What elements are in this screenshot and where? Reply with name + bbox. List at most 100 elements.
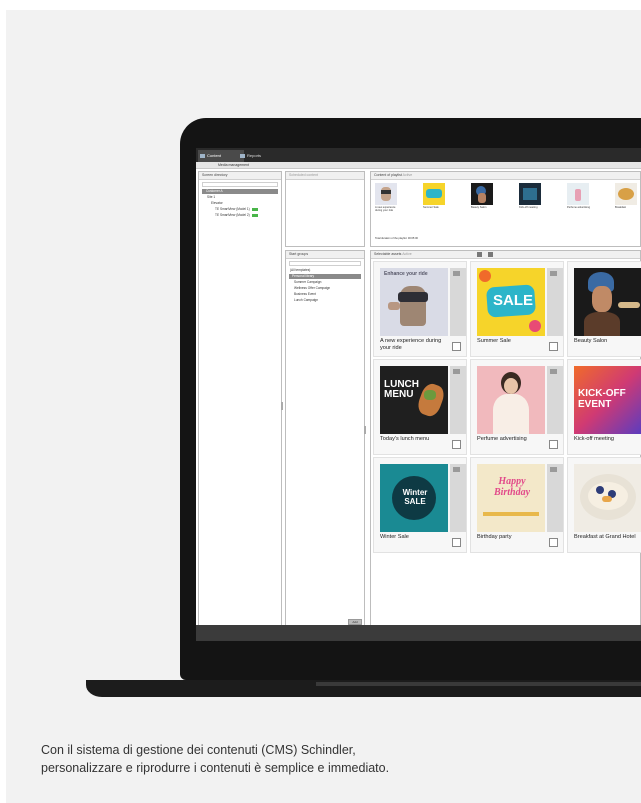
asset-checkbox[interactable] bbox=[549, 538, 558, 547]
asset-checkbox[interactable] bbox=[452, 440, 461, 449]
online-status-badge bbox=[251, 207, 258, 211]
asset-card[interactable]: Enhance your ride A new experience durin… bbox=[373, 261, 467, 357]
laptop-lip bbox=[316, 682, 641, 686]
asset-card[interactable]: Beauty Salon bbox=[567, 261, 641, 357]
image-icon bbox=[453, 369, 460, 374]
sub-tab-bar: Media management bbox=[196, 162, 641, 169]
tree-item-screen-1[interactable]: TE SmartView (Model 1) bbox=[215, 207, 258, 212]
asset-thumbnail: Happy Birthday bbox=[477, 464, 545, 532]
subtab-media-management[interactable]: Media management bbox=[218, 162, 249, 168]
asset-sidebar bbox=[547, 366, 563, 434]
asset-card[interactable]: Winter SALE Winter Sale bbox=[373, 457, 467, 553]
group-item-all[interactable]: (All templates) bbox=[290, 268, 310, 273]
tree-item-customer[interactable]: Customer A bbox=[202, 189, 278, 194]
playlist-thumb-label: Summer Sale bbox=[423, 206, 439, 209]
tree-item-screen-2[interactable]: TE SmartView (Model 2) bbox=[215, 213, 258, 218]
asset-art-text: SALE bbox=[493, 292, 534, 309]
playlist-total-duration: Total duration of the playlist: 00:05:00 bbox=[375, 237, 418, 240]
tab-label: Reports bbox=[247, 153, 262, 158]
group-item-wellness[interactable]: Wellness Offer Campaign bbox=[294, 286, 330, 291]
panel-title: Selectable assets Active bbox=[371, 251, 640, 259]
laptop-screen: Content Reports Media management Screen … bbox=[196, 148, 641, 641]
group-item-personal[interactable]: Personal library bbox=[289, 274, 361, 279]
splitter-handle[interactable] bbox=[364, 426, 366, 434]
asset-label: Breakfast at Grand Hotel bbox=[574, 534, 636, 540]
asset-checkbox[interactable] bbox=[452, 342, 461, 351]
tree-item-site[interactable]: Site 1 bbox=[207, 195, 215, 200]
asset-label: Beauty Salon bbox=[574, 338, 608, 344]
asset-card[interactable]: KICK-OFF EVENT Kick-off meeting bbox=[567, 359, 641, 455]
asset-checkbox[interactable] bbox=[452, 538, 461, 547]
playlist-thumb-label: Perfume advertising bbox=[567, 206, 591, 209]
folder-icon bbox=[200, 154, 205, 158]
asset-label: Summer Sale bbox=[477, 338, 511, 344]
playlist-tab[interactable]: Active bbox=[403, 173, 413, 177]
group-item-summer[interactable]: Summer Campaign bbox=[294, 280, 321, 285]
asset-card[interactable]: SALE Summer Sale bbox=[470, 261, 564, 357]
tab-label: Content bbox=[207, 153, 222, 158]
asset-thumbnail bbox=[574, 464, 641, 532]
library-title: Selectable assets bbox=[374, 252, 402, 256]
panel-title: Screen directory bbox=[199, 172, 281, 180]
asset-card[interactable]: Perfume advertising bbox=[470, 359, 564, 455]
image-icon bbox=[550, 271, 557, 276]
playlist-thumb-6[interactable] bbox=[615, 183, 637, 205]
grid-view-icon[interactable] bbox=[477, 252, 482, 257]
asset-label: Birthday party bbox=[477, 534, 512, 540]
asset-art-text: Winter SALE bbox=[402, 488, 428, 506]
asset-thumbnail: SALE bbox=[477, 268, 545, 336]
asset-sidebar bbox=[547, 268, 563, 336]
asset-thumbnail: Winter SALE bbox=[380, 464, 448, 532]
screens-search-input[interactable] bbox=[202, 182, 278, 187]
panel-title: Start groups bbox=[286, 251, 364, 259]
asset-sidebar bbox=[450, 268, 466, 336]
filter-icon[interactable] bbox=[488, 252, 493, 257]
asset-art-text: Enhance your ride bbox=[384, 271, 428, 277]
tab-reports[interactable]: Reports bbox=[238, 150, 281, 162]
playlist-thumb-3[interactable] bbox=[471, 183, 493, 205]
add-button-label: Add bbox=[352, 620, 358, 624]
playlist-thumb-label: Kick-off meeting bbox=[519, 206, 538, 209]
panel-title: Scheduled content bbox=[286, 172, 364, 180]
screen-bottom-bar bbox=[196, 625, 641, 641]
laptop-base bbox=[86, 680, 641, 697]
asset-sidebar bbox=[547, 464, 563, 532]
online-status-badge bbox=[251, 213, 258, 217]
asset-thumbnail: LUNCH MENU bbox=[380, 366, 448, 434]
asset-thumbnail: KICK-OFF EVENT bbox=[574, 366, 641, 434]
playlist-thumb-label: Breakfast bbox=[615, 206, 626, 209]
asset-label: Winter Sale bbox=[380, 534, 409, 540]
playlist-thumb-5[interactable] bbox=[567, 183, 589, 205]
splitter-handle[interactable] bbox=[281, 402, 283, 410]
asset-card[interactable]: LUNCH MENU Today's lunch menu bbox=[373, 359, 467, 455]
tree-item-elevator[interactable]: Elevator bbox=[211, 201, 223, 206]
caption-line-2: personalizzare e riprodurre i contenuti … bbox=[41, 761, 390, 775]
asset-card[interactable]: Happy Birthday Birthday party bbox=[470, 457, 564, 553]
groups-panel: Start groups (All templates) Personal li… bbox=[285, 250, 366, 634]
asset-thumbnail bbox=[574, 268, 641, 336]
library-tab[interactable]: Active bbox=[402, 252, 412, 256]
playlist-thumb-label: A new experience during your ride bbox=[375, 206, 396, 212]
asset-label: Perfume advertising bbox=[477, 436, 527, 442]
playlist-thumb-4[interactable] bbox=[519, 183, 541, 205]
playlist-thumb-label: Beauty Salon bbox=[471, 206, 487, 209]
asset-label: Kick-off meeting bbox=[574, 436, 615, 442]
playlist-thumb-1[interactable] bbox=[375, 183, 397, 205]
tree-item-label: TE SmartView (Model 2) bbox=[215, 213, 250, 217]
asset-card[interactable]: Breakfast at Grand Hotel bbox=[567, 457, 641, 553]
asset-label: A new experience during your ride bbox=[380, 338, 442, 351]
asset-label: Today's lunch menu bbox=[380, 436, 430, 442]
playlist-title: Content of playlist bbox=[374, 173, 402, 177]
tree-item-label: TE SmartView (Model 1) bbox=[215, 207, 250, 211]
asset-checkbox[interactable] bbox=[549, 440, 558, 449]
panel-title: Content of playlist Active bbox=[371, 172, 640, 180]
group-item-lunch[interactable]: Lunch Campaign bbox=[294, 298, 318, 303]
groups-search-input[interactable] bbox=[289, 261, 361, 266]
caption-line-1: Con il sistema di gestione dei contenuti… bbox=[41, 743, 356, 757]
asset-art-text: LUNCH MENU bbox=[384, 379, 419, 400]
video-icon bbox=[453, 271, 460, 276]
caption: Con il sistema di gestione dei contenuti… bbox=[41, 741, 601, 777]
asset-checkbox[interactable] bbox=[549, 342, 558, 351]
group-item-business[interactable]: Business Event bbox=[294, 292, 316, 297]
playlist-thumb-2[interactable] bbox=[423, 183, 445, 205]
